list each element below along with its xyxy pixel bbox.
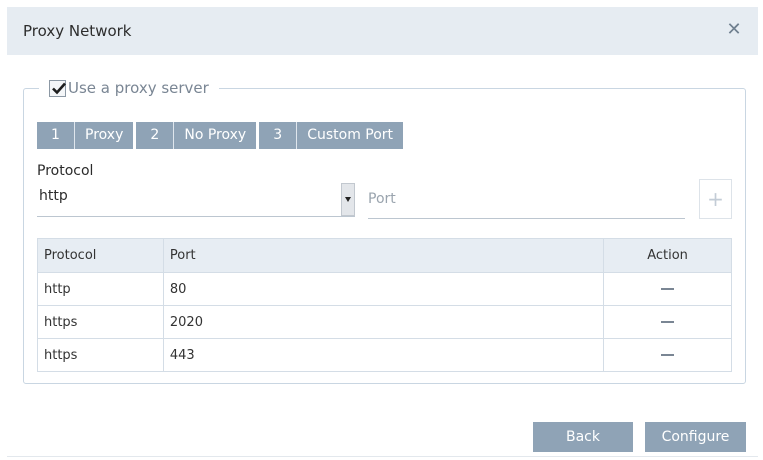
row-action xyxy=(603,305,732,339)
use-proxy-toggle[interactable]: Use a proxy server xyxy=(39,78,219,98)
tab-number: 3 xyxy=(259,122,298,149)
port-input[interactable] xyxy=(368,179,685,219)
protocol-select-value: http xyxy=(39,188,68,204)
tab-no-proxy[interactable]: 2 No Proxy xyxy=(136,122,257,149)
remove-icon[interactable] xyxy=(661,321,675,323)
tab-number: 1 xyxy=(37,122,75,149)
tab-proxy[interactable]: 1 Proxy xyxy=(37,122,134,149)
checkmark-icon xyxy=(52,82,66,94)
divider xyxy=(7,456,758,457)
table-header-row: Protocol Port Action xyxy=(37,238,732,273)
ports-table: Protocol Port Action http 80 https 2020 … xyxy=(37,238,732,372)
dialog-titlebar: Proxy Network ✕ xyxy=(7,7,758,55)
row-protocol: http xyxy=(37,272,164,306)
remove-icon[interactable] xyxy=(661,354,675,356)
back-button[interactable]: Back xyxy=(533,422,633,452)
protocol-select[interactable]: http xyxy=(37,183,355,217)
tab-label: Custom Port xyxy=(307,127,394,143)
column-header-protocol: Protocol xyxy=(37,238,164,273)
close-icon[interactable]: ✕ xyxy=(724,19,744,41)
row-action xyxy=(603,338,732,372)
use-proxy-checkbox[interactable] xyxy=(49,79,66,97)
use-proxy-label: Use a proxy server xyxy=(68,79,209,97)
row-action xyxy=(603,272,732,306)
remove-icon[interactable] xyxy=(661,288,675,290)
tab-label: Proxy xyxy=(85,127,124,143)
dialog-title: Proxy Network xyxy=(23,22,132,40)
row-port: 443 xyxy=(162,338,605,372)
add-port-button[interactable]: + xyxy=(699,179,732,219)
proxy-tabs: 1 Proxy 2 No Proxy 3 Custom Port xyxy=(37,122,406,149)
configure-button[interactable]: Configure xyxy=(645,422,746,452)
table-row: https 2020 xyxy=(37,305,732,339)
protocol-label: Protocol xyxy=(37,163,94,179)
table-row: https 443 xyxy=(37,338,732,372)
row-protocol: https xyxy=(37,338,164,372)
proxy-network-dialog: Proxy Network ✕ Use a proxy server 1 Pro… xyxy=(7,7,758,458)
column-header-action: Action xyxy=(603,238,732,273)
tab-label: No Proxy xyxy=(184,127,247,143)
tab-number: 2 xyxy=(136,122,175,149)
table-row: http 80 xyxy=(37,272,732,306)
row-port: 80 xyxy=(162,272,605,306)
row-protocol: https xyxy=(37,305,164,339)
tab-custom-port[interactable]: 3 Custom Port xyxy=(259,122,404,149)
column-header-port: Port xyxy=(162,238,605,273)
row-port: 2020 xyxy=(162,305,605,339)
dropdown-arrow-icon[interactable] xyxy=(341,183,355,216)
